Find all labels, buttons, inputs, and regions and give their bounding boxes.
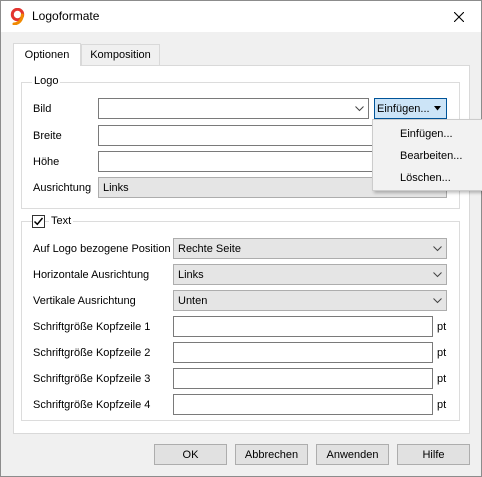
cancel-button[interactable]: Abbrechen xyxy=(235,444,308,465)
tab-label: Komposition xyxy=(90,49,151,61)
cancel-button-label: Abbrechen xyxy=(244,448,299,461)
breite-label: Breite xyxy=(33,130,62,142)
menu-item-label: Löschen... xyxy=(400,172,451,184)
9-logo-icon xyxy=(10,8,25,25)
apply-button[interactable]: Anwenden xyxy=(316,444,389,465)
menu-item-einfuegen[interactable]: Einfügen... xyxy=(373,123,482,145)
ausrichtung-label: Ausrichtung xyxy=(33,182,92,194)
position-select[interactable]: Rechte Seite xyxy=(173,238,447,259)
tab-optionen[interactable]: Optionen xyxy=(13,43,81,66)
insert-split-button[interactable]: Einfügen... xyxy=(374,98,447,119)
chevron-down-icon xyxy=(433,298,442,304)
insert-button-label: Einfügen... xyxy=(377,102,430,115)
chevron-down-icon xyxy=(433,246,442,252)
position-value: Rechte Seite xyxy=(178,242,241,255)
menu-item-label: Bearbeiten... xyxy=(400,150,463,162)
dialog-window: Logoformate Optionen Komposition Logo Bi… xyxy=(0,0,482,477)
tab-komposition[interactable]: Komposition xyxy=(81,44,160,65)
menu-item-loeschen[interactable]: Löschen... xyxy=(373,167,482,189)
horizontal-value: Links xyxy=(178,268,204,281)
vertical-label: Vertikale Ausrichtung xyxy=(33,295,136,307)
horizontal-label: Horizontale Ausrichtung xyxy=(33,269,150,281)
vertical-select[interactable]: Unten xyxy=(173,290,447,311)
ok-button-label: OK xyxy=(182,448,199,461)
horizontal-select[interactable]: Links xyxy=(173,264,447,285)
help-button[interactable]: Hilfe xyxy=(397,444,470,465)
position-label: Auf Logo bezogene Position xyxy=(33,243,171,255)
checkmark-icon xyxy=(33,217,44,226)
bild-label: Bild xyxy=(33,103,52,115)
text-checkbox[interactable] xyxy=(32,215,45,228)
title-bar: Logoformate xyxy=(1,1,481,32)
tab-label: Optionen xyxy=(24,49,70,61)
ausrichtung-value: Links xyxy=(103,181,129,194)
menu-item-bearbeiten[interactable]: Bearbeiten... xyxy=(373,145,482,167)
font-size-4-label: Schriftgröße Kopfzeile 4 xyxy=(33,399,151,411)
font-size-2-unit: pt xyxy=(437,347,447,359)
text-group-title: Text xyxy=(49,215,74,227)
insert-dropdown-menu: Einfügen... Bearbeiten... Löschen... xyxy=(372,119,482,191)
vertical-value: Unten xyxy=(178,294,208,307)
chevron-down-icon xyxy=(433,272,442,278)
font-size-2-label: Schriftgröße Kopfzeile 2 xyxy=(33,347,151,359)
hoehe-label: Höhe xyxy=(33,156,60,168)
close-button[interactable] xyxy=(436,1,481,32)
dropdown-arrow-icon xyxy=(434,106,441,111)
font-size-4-unit: pt xyxy=(437,399,447,411)
close-icon xyxy=(453,11,464,22)
ok-button[interactable]: OK xyxy=(154,444,227,465)
font-size-2-input[interactable] xyxy=(173,342,433,363)
chevron-down-icon[interactable] xyxy=(355,104,364,113)
font-size-1-label: Schriftgröße Kopfzeile 1 xyxy=(33,321,151,333)
menu-item-label: Einfügen... xyxy=(400,128,453,140)
logo-group-title: Logo xyxy=(32,75,61,87)
font-size-1-unit: pt xyxy=(437,321,447,333)
bild-combobox[interactable] xyxy=(98,98,369,119)
font-size-3-unit: pt xyxy=(437,373,447,385)
font-size-3-label: Schriftgröße Kopfzeile 3 xyxy=(33,373,151,385)
font-size-3-input[interactable] xyxy=(173,368,433,389)
apply-button-label: Anwenden xyxy=(326,448,379,461)
help-button-label: Hilfe xyxy=(422,448,445,461)
font-size-4-input[interactable] xyxy=(173,394,433,415)
window-title: Logoformate xyxy=(32,9,100,23)
font-size-1-input[interactable] xyxy=(173,316,433,337)
